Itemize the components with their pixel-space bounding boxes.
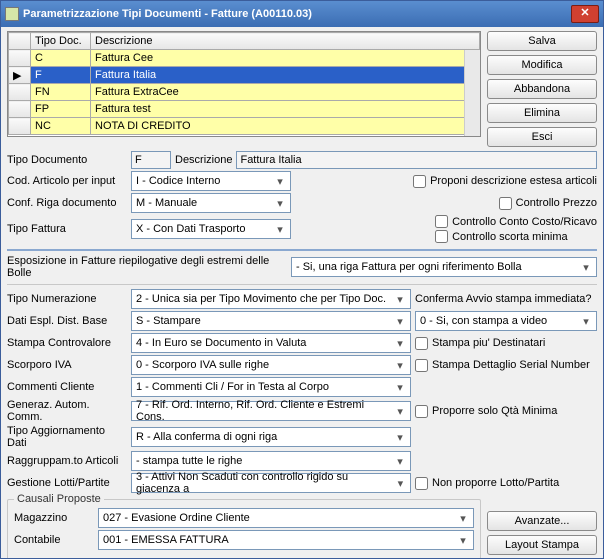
layout-stampa-button[interactable]: Layout Stampa bbox=[487, 535, 597, 555]
table-row[interactable]: FNFattura ExtraCee bbox=[9, 84, 480, 101]
commenti-cliente-combo[interactable]: 1 - Commenti Cli / For in Testa al Corpo… bbox=[131, 377, 411, 397]
save-button[interactable]: Salva bbox=[487, 31, 597, 51]
dati-espl-combo[interactable]: S - Stampare▾ bbox=[131, 311, 411, 331]
table-row[interactable]: CFattura Cee bbox=[9, 50, 480, 67]
non-proporre-lotto-checkbox[interactable]: Non proporre Lotto/Partita bbox=[415, 477, 559, 490]
controllo-scorta-checkbox[interactable]: Controllo scorta minima bbox=[435, 230, 597, 243]
stampa-cv-combo[interactable]: 4 - In Euro se Documento in Valuta▾ bbox=[131, 333, 411, 353]
chevron-down-icon: ▾ bbox=[392, 455, 408, 468]
window: Parametrizzazione Tipi Documenti - Fattu… bbox=[0, 0, 604, 559]
controllo-prezzo-checkbox[interactable]: Controllo Prezzo bbox=[499, 197, 597, 210]
window-title: Parametrizzazione Tipi Documenti - Fattu… bbox=[23, 8, 571, 20]
chevron-down-icon: ▾ bbox=[392, 431, 408, 444]
lotti-label: Gestione Lotti/Partite bbox=[7, 477, 127, 489]
gen-comm-label: Generaz. Autom. Comm. bbox=[7, 399, 127, 423]
magazzino-combo[interactable]: 027 - Evasione Ordine Cliente▾ bbox=[98, 508, 474, 528]
titlebar: Parametrizzazione Tipi Documenti - Fattu… bbox=[1, 1, 603, 27]
chevron-down-icon: ▾ bbox=[392, 381, 408, 394]
tipo-numerazione-label: Tipo Numerazione bbox=[7, 293, 127, 305]
chevron-down-icon: ▾ bbox=[578, 315, 594, 328]
chevron-down-icon: ▾ bbox=[272, 223, 288, 236]
close-button[interactable]: ✕ bbox=[571, 5, 599, 23]
chevron-down-icon: ▾ bbox=[393, 477, 408, 490]
cod-articolo-combo[interactable]: I - Codice Interno▾ bbox=[131, 171, 291, 191]
row-indicator-icon: ▶ bbox=[9, 67, 31, 84]
gen-comm-combo[interactable]: 7 - Rif. Ord. Interno, Rif. Ord. Cliente… bbox=[131, 401, 411, 421]
causali-group: Causali Proposte Magazzino 027 - Evasion… bbox=[7, 499, 481, 558]
table-row[interactable]: FPFattura test bbox=[9, 101, 480, 118]
chevron-down-icon: ▾ bbox=[392, 315, 408, 328]
chevron-down-icon: ▾ bbox=[272, 197, 288, 210]
conf-riga-combo[interactable]: M - Manuale▾ bbox=[131, 193, 291, 213]
grid-scrollbar[interactable] bbox=[464, 50, 480, 136]
app-icon bbox=[5, 7, 19, 21]
abandon-button[interactable]: Abbandona bbox=[487, 79, 597, 99]
tipo-agg-combo[interactable]: R - Alla conferma di ogni riga▾ bbox=[131, 427, 411, 447]
stampa-cv-label: Stampa Controvalore bbox=[7, 337, 127, 349]
proponi-desc-checkbox[interactable]: Proponi descrizione estesa articoli bbox=[413, 175, 597, 188]
table-row[interactable]: NCNOTA DI CREDITO bbox=[9, 118, 480, 135]
controllo-costo-checkbox[interactable]: Controllo Conto Costo/Ricavo bbox=[435, 215, 597, 228]
document-types-grid[interactable]: Tipo Doc. Descrizione CFattura Cee ▶FFat… bbox=[7, 31, 481, 137]
chevron-down-icon: ▾ bbox=[392, 293, 408, 306]
chevron-down-icon: ▾ bbox=[455, 534, 471, 547]
chevron-down-icon: ▾ bbox=[578, 261, 594, 274]
descrizione-label: Descrizione bbox=[175, 154, 232, 166]
stampa-dest-checkbox[interactable]: Stampa piu' Destinatari bbox=[415, 337, 545, 350]
grid-header-code[interactable]: Tipo Doc. bbox=[31, 33, 91, 50]
causali-title: Causali Proposte bbox=[14, 493, 104, 505]
chevron-down-icon: ▾ bbox=[392, 405, 408, 418]
conf-riga-label: Conf. Riga documento bbox=[7, 197, 127, 209]
magazzino-label: Magazzino bbox=[14, 512, 94, 524]
raggr-label: Raggruppam.to Articoli bbox=[7, 455, 127, 467]
exit-button[interactable]: Esci bbox=[487, 127, 597, 147]
conferma-label: Conferma Avvio stampa immediata? bbox=[415, 293, 592, 305]
conferma-combo[interactable]: 0 - Si, con stampa a video▾ bbox=[415, 311, 597, 331]
grid-corner bbox=[9, 33, 31, 50]
tipo-documento-desc: Fattura Italia bbox=[236, 151, 597, 169]
raggr-combo[interactable]: - stampa tutte le righe▾ bbox=[131, 451, 411, 471]
chevron-down-icon: ▾ bbox=[392, 337, 408, 350]
contabile-label: Contabile bbox=[14, 534, 94, 546]
lotti-combo[interactable]: 3 - Attivi Non Scaduti con controllo rig… bbox=[131, 473, 411, 493]
scorporo-label: Scorporo IVA bbox=[7, 359, 127, 371]
tipo-documento-label: Tipo Documento bbox=[7, 154, 127, 166]
table-row[interactable]: ▶FFattura Italia bbox=[9, 67, 480, 84]
avanzate-button[interactable]: Avanzate... bbox=[487, 511, 597, 531]
tipo-numerazione-combo[interactable]: 2 - Unica sia per Tipo Movimento che per… bbox=[131, 289, 411, 309]
tipo-documento-code: F bbox=[131, 151, 171, 169]
scorporo-combo[interactable]: 0 - Scorporo IVA sulle righe▾ bbox=[131, 355, 411, 375]
stampa-serial-checkbox[interactable]: Stampa Dettaglio Serial Number bbox=[415, 359, 590, 372]
tipo-agg-label: Tipo Aggiornamento Dati bbox=[7, 425, 127, 449]
esposizione-combo[interactable]: - Si, una riga Fattura per ogni riferime… bbox=[291, 257, 597, 277]
cod-articolo-label: Cod. Articolo per input bbox=[7, 175, 127, 187]
chevron-down-icon: ▾ bbox=[392, 359, 408, 372]
delete-button[interactable]: Elimina bbox=[487, 103, 597, 123]
contabile-combo[interactable]: 001 - EMESSA FATTURA▾ bbox=[98, 530, 474, 550]
edit-button[interactable]: Modifica bbox=[487, 55, 597, 75]
proporre-qta-checkbox[interactable]: Proporre solo Qtà Minima bbox=[415, 405, 557, 418]
commenti-cliente-label: Commenti Cliente bbox=[7, 381, 127, 393]
grid-header-desc[interactable]: Descrizione bbox=[91, 33, 480, 50]
chevron-down-icon: ▾ bbox=[455, 512, 471, 525]
esposizione-label: Esposizione in Fatture riepilogative deg… bbox=[7, 255, 287, 279]
tipo-fattura-combo[interactable]: X - Con Dati Trasporto▾ bbox=[131, 219, 291, 239]
chevron-down-icon: ▾ bbox=[272, 175, 288, 188]
dati-espl-label: Dati Espl. Dist. Base bbox=[7, 315, 127, 327]
tipo-fattura-label: Tipo Fattura bbox=[7, 223, 127, 235]
